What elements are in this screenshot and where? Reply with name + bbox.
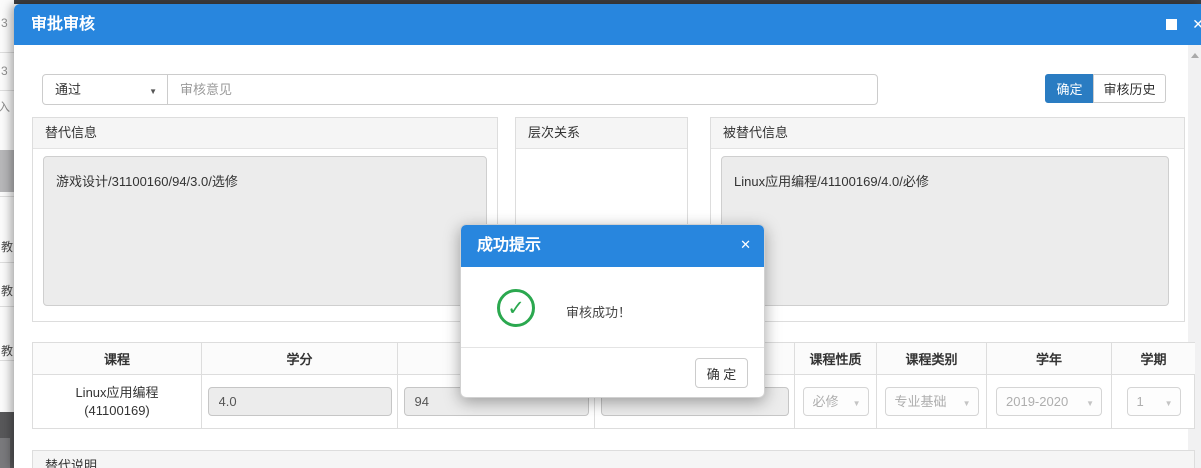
success-dialog-footer: 确 定 [461, 347, 764, 398]
background-block [0, 438, 10, 468]
year-cell: 2019-2020 [986, 375, 1111, 428]
column-header: 学年 [986, 343, 1111, 375]
success-dialog: 成功提示 ✕ ✓ 审核成功！ 确 定 [460, 224, 765, 398]
background-fragment: 教 [1, 238, 13, 255]
decision-select[interactable]: 通过 [42, 74, 168, 105]
dialog-title: 成功提示 [477, 225, 541, 267]
panel-title: 被替代信息 [711, 118, 1184, 149]
review-history-button[interactable]: 审核历史 [1093, 74, 1166, 103]
panel-title: 层次关系 [516, 118, 687, 149]
term-cell: 1 [1111, 375, 1195, 428]
divider [0, 90, 14, 91]
course-nature-select: 必修 [803, 387, 869, 416]
background-fragment: 入 [0, 98, 10, 115]
category-cell: 专业基础 [876, 375, 986, 428]
divider [0, 262, 14, 263]
column-header: 课程类别 [876, 343, 986, 375]
replaced-info-content: Linux应用编程/41100169/4.0/必修 [721, 156, 1169, 306]
column-header: 学期 [1111, 343, 1195, 375]
course-category-value: 专业基础 [895, 394, 947, 409]
success-check-icon: ✓ [497, 289, 535, 327]
screen: 3 3 入 教 教 教 审批审核 ✕ 通过 确定 审核历史 替代信息 游戏设计/… [0, 0, 1201, 468]
caret-down-icon [1165, 388, 1173, 417]
course-name: Linux应用编程 [75, 384, 158, 402]
course-cell: Linux应用编程 (41100169) [33, 375, 201, 428]
column-header: 学分 [201, 343, 397, 375]
close-icon[interactable]: ✕ [1192, 16, 1201, 33]
divider [0, 306, 14, 307]
credit-cell [201, 375, 397, 428]
scroll-up-icon[interactable] [1191, 53, 1199, 58]
replacement-note-panel: 替代说明 [32, 450, 1195, 468]
academic-year-value: 2019-2020 [1006, 394, 1068, 409]
panel-title: 替代说明 [33, 451, 1194, 468]
divider [0, 196, 14, 197]
background-fragment: 3 [1, 64, 8, 78]
term-value: 1 [1137, 394, 1144, 409]
caret-down-icon [853, 388, 861, 417]
replacement-info-panel: 替代信息 游戏设计/31100160/94/3.0/选修 [32, 117, 498, 322]
decision-select-value: 通过 [55, 82, 81, 97]
confirm-button[interactable]: 确定 [1045, 74, 1094, 103]
success-dialog-body: ✓ 审核成功！ [461, 267, 764, 347]
term-select: 1 [1127, 387, 1181, 416]
caret-down-icon [149, 75, 157, 106]
course-code: (41100169) [84, 402, 150, 420]
background-fragment: 3 [1, 16, 8, 30]
course-category-select: 专业基础 [885, 387, 979, 416]
nature-cell: 必修 [794, 375, 876, 428]
modal-title: 审批审核 [31, 4, 95, 45]
credit-input [208, 387, 392, 416]
panel-title: 替代信息 [33, 118, 497, 149]
background-fragment: 教 [1, 282, 13, 299]
success-message: 审核成功！ [566, 302, 631, 321]
dialog-ok-button[interactable]: 确 定 [695, 358, 748, 388]
background-block [0, 150, 14, 192]
background-sliver: 3 3 入 教 教 教 [0, 0, 14, 468]
academic-year-select: 2019-2020 [996, 387, 1102, 416]
replaced-info-panel: 被替代信息 Linux应用编程/41100169/4.0/必修 [710, 117, 1185, 322]
approval-modal-header: 审批审核 ✕ [14, 4, 1201, 45]
background-fragment: 教 [1, 342, 13, 359]
divider [0, 52, 14, 53]
caret-down-icon [1086, 388, 1094, 417]
divider [0, 360, 14, 361]
maximize-icon[interactable] [1166, 19, 1177, 30]
success-dialog-header: 成功提示 ✕ [461, 225, 764, 267]
replacement-info-content: 游戏设计/31100160/94/3.0/选修 [43, 156, 487, 306]
close-icon[interactable]: ✕ [740, 237, 751, 253]
column-header: 课程 [33, 343, 201, 375]
column-header: 课程性质 [794, 343, 876, 375]
caret-down-icon [963, 388, 971, 417]
review-comment-input[interactable] [167, 74, 878, 105]
course-nature-value: 必修 [813, 394, 839, 409]
